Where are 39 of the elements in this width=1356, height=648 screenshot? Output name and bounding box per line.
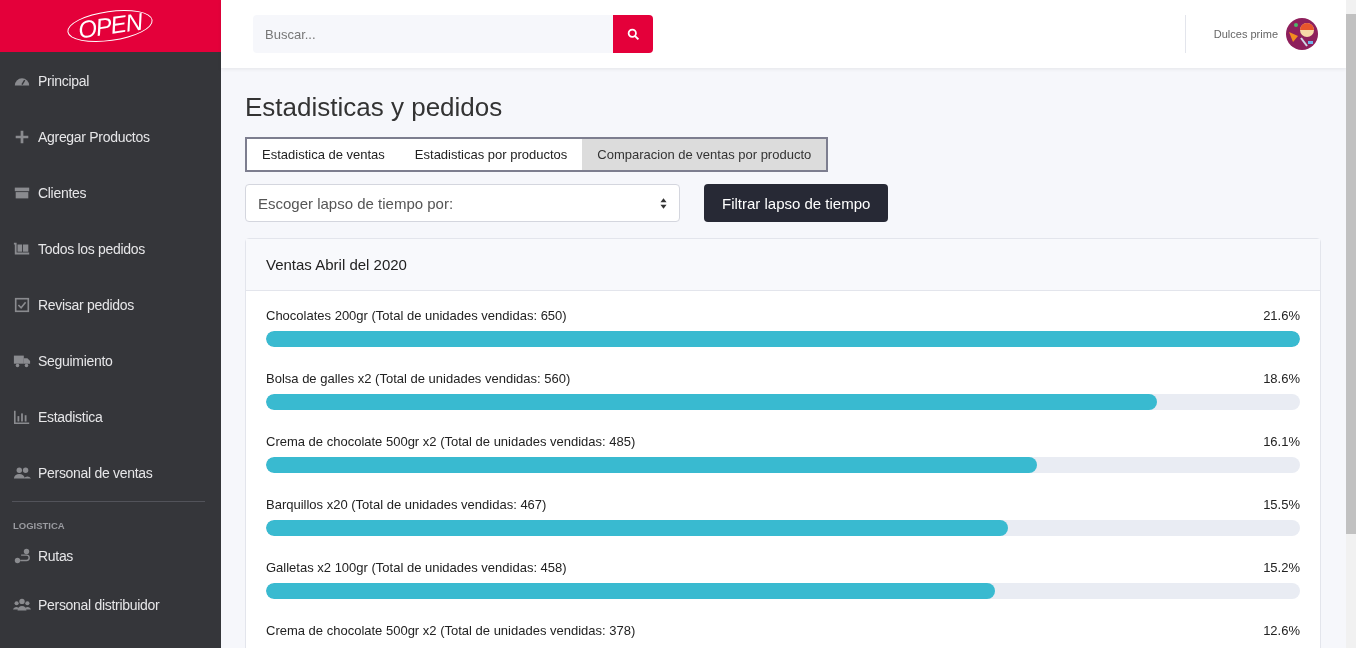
time-range-select[interactable]: Escoger lapso de tiempo por: <box>245 184 680 222</box>
percentage: 16.1% <box>1263 434 1300 451</box>
user-name[interactable]: Dulces prime <box>1213 28 1278 40</box>
product-label: Bolsa de galles x2 (Total de unidades vendidas: 560) <box>266 371 571 388</box>
search-button[interactable] <box>613 15 653 53</box>
search-field[interactable]: Buscar... <box>253 15 613 53</box>
sidebar-item[interactable]: Personal de ventas <box>0 445 221 501</box>
product-label: Crema de chocolate 500gr x2 (Total de unidades vendidas: 485) <box>266 434 636 451</box>
product-label: Galletas x2 100gr (Total de unidades vendidas: 458) <box>266 560 567 577</box>
sidebar-item[interactable]: Revisar pedidos <box>0 277 221 333</box>
avatar[interactable] <box>1286 18 1318 50</box>
sidebar-item[interactable]: Seguimiento <box>0 333 221 389</box>
search-icon <box>626 27 640 41</box>
percentage: 15.5% <box>1263 497 1300 514</box>
sidebar-item[interactable]: Personal distribuidor <box>0 577 221 633</box>
sidebar-item[interactable]: Principal <box>0 53 221 109</box>
product-label: Chocolates 200gr (Total de unidades vendidas: 650) <box>266 308 567 325</box>
sidebar-item[interactable]: Clientes <box>0 165 221 221</box>
checkbox-icon <box>13 296 31 314</box>
filter-button[interactable]: Filtrar lapso de tiempo <box>704 184 889 222</box>
scrollbar[interactable] <box>1346 0 1356 648</box>
sort-caret-icon <box>660 197 667 209</box>
route-icon <box>13 547 31 565</box>
tab[interactable]: Comparacion de ventas por producto <box>582 139 827 170</box>
plus-icon <box>13 128 31 146</box>
sidebar-item[interactable]: Rutas <box>0 535 221 577</box>
page-title: Estadisticas y pedidos <box>245 92 504 122</box>
sidebar-item[interactable]: Todos los pedidos <box>0 221 221 277</box>
percentage: 18.6% <box>1263 371 1300 388</box>
percentage: 15.2% <box>1263 560 1300 577</box>
sidebar-item[interactable]: Estadistica <box>0 389 221 445</box>
bar-chart-icon <box>13 408 31 426</box>
product-label: Crema de chocolate 500gr x2 (Total de unidades vendidas: 378) <box>266 623 636 640</box>
product-label: Barquillos x20 (Total de unidades vendidas: 467) <box>266 497 547 514</box>
card-title: Ventas Abril del 2020 <box>266 256 407 273</box>
sidebar-item[interactable]: Agregar Productos <box>0 109 221 165</box>
section-heading: LOGISTICA <box>12 519 66 533</box>
percentage: 21.6% <box>1263 308 1300 325</box>
percentage: 12.6% <box>1263 623 1300 640</box>
